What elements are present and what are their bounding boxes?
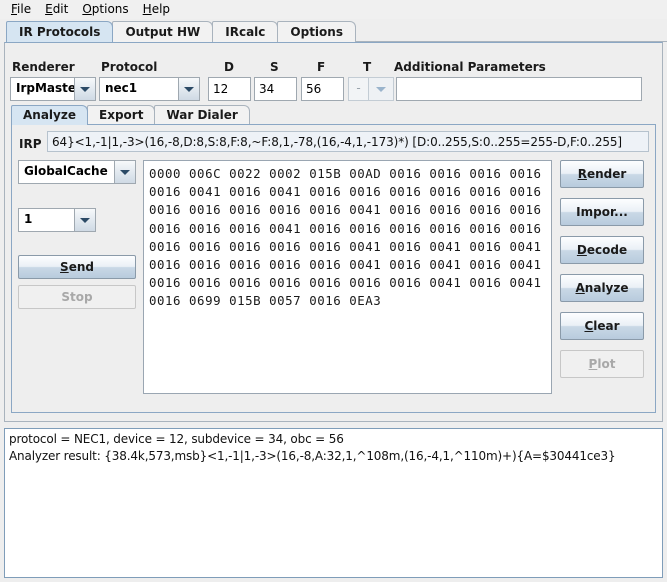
import-button[interactable]: Impor... [560, 198, 644, 226]
menu-bar: File Edit Options Help [0, 0, 667, 19]
import-button-label: Impor... [576, 205, 628, 219]
renderer-combo-value: IrpMaster [16, 81, 74, 95]
decode-button[interactable]: Decode [560, 236, 644, 264]
tab-analyze[interactable]: Analyze [11, 105, 88, 125]
menu-item-edit[interactable]: Edit [40, 1, 77, 18]
render-button-mnemonic: R [577, 167, 587, 181]
hardware-combo-arrow[interactable] [114, 161, 135, 183]
t-label: T [363, 60, 372, 74]
menu-item-edit-label: dit [52, 2, 69, 16]
hex-line: 0016 0016 0016 0041 0016 0016 0016 0016 … [149, 220, 542, 236]
chevron-down-icon [80, 86, 90, 92]
tab-export[interactable]: Export [87, 105, 156, 125]
analyze-panel: IRP 64}<1,-1|1,-3>(16,-8,D:8,S:8,F:8,~F:… [11, 124, 656, 413]
protocol-label: Protocol [101, 60, 158, 74]
render-button-label: ender [586, 167, 627, 181]
send-button-mnemonic: S [60, 260, 69, 274]
console-output[interactable]: protocol = NEC1, device = 12, subdevice … [4, 428, 663, 578]
chevron-down-icon [184, 86, 194, 92]
chevron-down-icon [376, 86, 386, 92]
ir-protocols-panel: Renderer IrpMaster Protocol nec1 D 12 S … [4, 42, 663, 422]
tab-war-dialer[interactable]: War Dialer [154, 105, 250, 125]
ir-signal-textarea[interactable]: 0000 006C 0022 0002 015B 00AD 0016 0016 … [143, 160, 552, 394]
tab-options[interactable]: Options [277, 21, 356, 42]
analyze-button[interactable]: Analyze [560, 274, 644, 302]
irp-field[interactable]: 64}<1,-1|1,-3>(16,-8,D:8,S:8,F:8,~F:8,1,… [47, 131, 649, 152]
protocol-form-row: Renderer IrpMaster Protocol nec1 D 12 S … [5, 43, 662, 101]
hex-line: 0016 0016 0016 0016 0016 0041 0016 0041 … [149, 257, 542, 273]
repeat-count-value: 1 [24, 212, 33, 226]
analyze-button-label: nalyze [584, 281, 629, 295]
chevron-down-icon [120, 169, 130, 175]
menu-item-file[interactable]: File [6, 1, 40, 18]
protocol-combo[interactable]: nec1 [99, 77, 200, 101]
plot-button[interactable]: Plot [560, 350, 644, 378]
renderer-combo[interactable]: IrpMaster [10, 77, 96, 101]
hex-line: 0016 0041 0016 0041 0016 0016 0016 0016 … [149, 184, 542, 200]
console-line-protocol: protocol = NEC1, device = 12, subdevice … [9, 432, 344, 446]
protocol-combo-arrow[interactable] [178, 78, 199, 100]
tab-ir-protocols[interactable]: IR Protocols [6, 21, 114, 42]
clear-button[interactable]: Clear [560, 312, 644, 340]
hex-line: 0016 0016 0016 0016 0016 0041 0016 0041 … [149, 238, 542, 254]
decode-button-label: ecode [586, 243, 628, 257]
tab-strip-filler [354, 20, 667, 42]
hex-line: 0016 0016 0016 0016 0016 0041 0016 0016 … [149, 202, 542, 218]
stop-button[interactable]: Stop [18, 285, 136, 309]
f-field[interactable]: 56 [301, 77, 344, 101]
repeat-count-arrow[interactable] [74, 209, 95, 231]
decode-button-mnemonic: D [576, 243, 587, 257]
s-field[interactable]: 34 [254, 77, 297, 101]
send-button-label: end [68, 260, 94, 274]
additional-parameters-field[interactable] [396, 77, 642, 101]
hardware-combo-value: GlobalCache [24, 164, 108, 178]
console-line-analyzer: Analyzer result: {38.4k,573,msb}<1,-1|1,… [9, 449, 616, 463]
t-combo-value: - [348, 77, 369, 101]
protocol-combo-value: nec1 [105, 81, 138, 95]
analyze-button-mnemonic: A [575, 281, 585, 295]
chevron-down-icon [80, 217, 90, 223]
menu-item-options-label: ptions [91, 2, 129, 16]
tab-ircalc[interactable]: IRcalc [212, 21, 279, 42]
menu-item-help[interactable]: Help [138, 1, 179, 18]
menu-item-file-label: ile [17, 2, 32, 16]
tab-output-hw[interactable]: Output HW [112, 21, 214, 42]
renderer-label: Renderer [12, 60, 75, 74]
analyze-tab-strip: Analyze Export War Dialer [11, 103, 656, 125]
hex-line: 0000 006C 0022 0002 015B 00AD 0016 0016 … [149, 166, 542, 181]
additional-parameters-label: Additional Parameters [394, 60, 546, 74]
render-button[interactable]: Render [560, 160, 644, 188]
send-controls-column: GlobalCache 1 Send Stop [18, 160, 136, 309]
action-buttons-column: Render Impor... Decode Analyze Clear Plo… [560, 160, 644, 378]
t-combo-arrow[interactable] [369, 77, 394, 101]
hardware-combo[interactable]: GlobalCache [18, 160, 136, 184]
irp-label: IRP [19, 137, 42, 151]
plot-button-mnemonic: P [588, 357, 598, 371]
hex-line: 0016 0016 0016 0016 0016 0016 0016 0041 … [149, 275, 542, 291]
hex-line: 0016 0699 015B 0057 0016 0EA3 [149, 293, 382, 309]
clear-button-mnemonic: C [584, 319, 594, 333]
menu-item-options[interactable]: Options [77, 1, 137, 18]
send-button[interactable]: Send [18, 255, 136, 279]
main-tab-strip: IR Protocols Output HW IRcalc Options [0, 19, 667, 42]
t-combo[interactable]: - [348, 77, 394, 101]
s-label: S [270, 60, 279, 74]
menu-item-help-label: elp [151, 2, 171, 16]
d-label: D [224, 60, 234, 74]
repeat-count-combo[interactable]: 1 [18, 208, 96, 232]
f-label: F [317, 60, 326, 74]
d-field[interactable]: 12 [208, 77, 251, 101]
clear-button-label: lear [593, 319, 620, 333]
plot-button-label: lot [597, 357, 616, 371]
renderer-combo-arrow[interactable] [74, 78, 95, 100]
stop-button-label: Stop [61, 290, 93, 304]
